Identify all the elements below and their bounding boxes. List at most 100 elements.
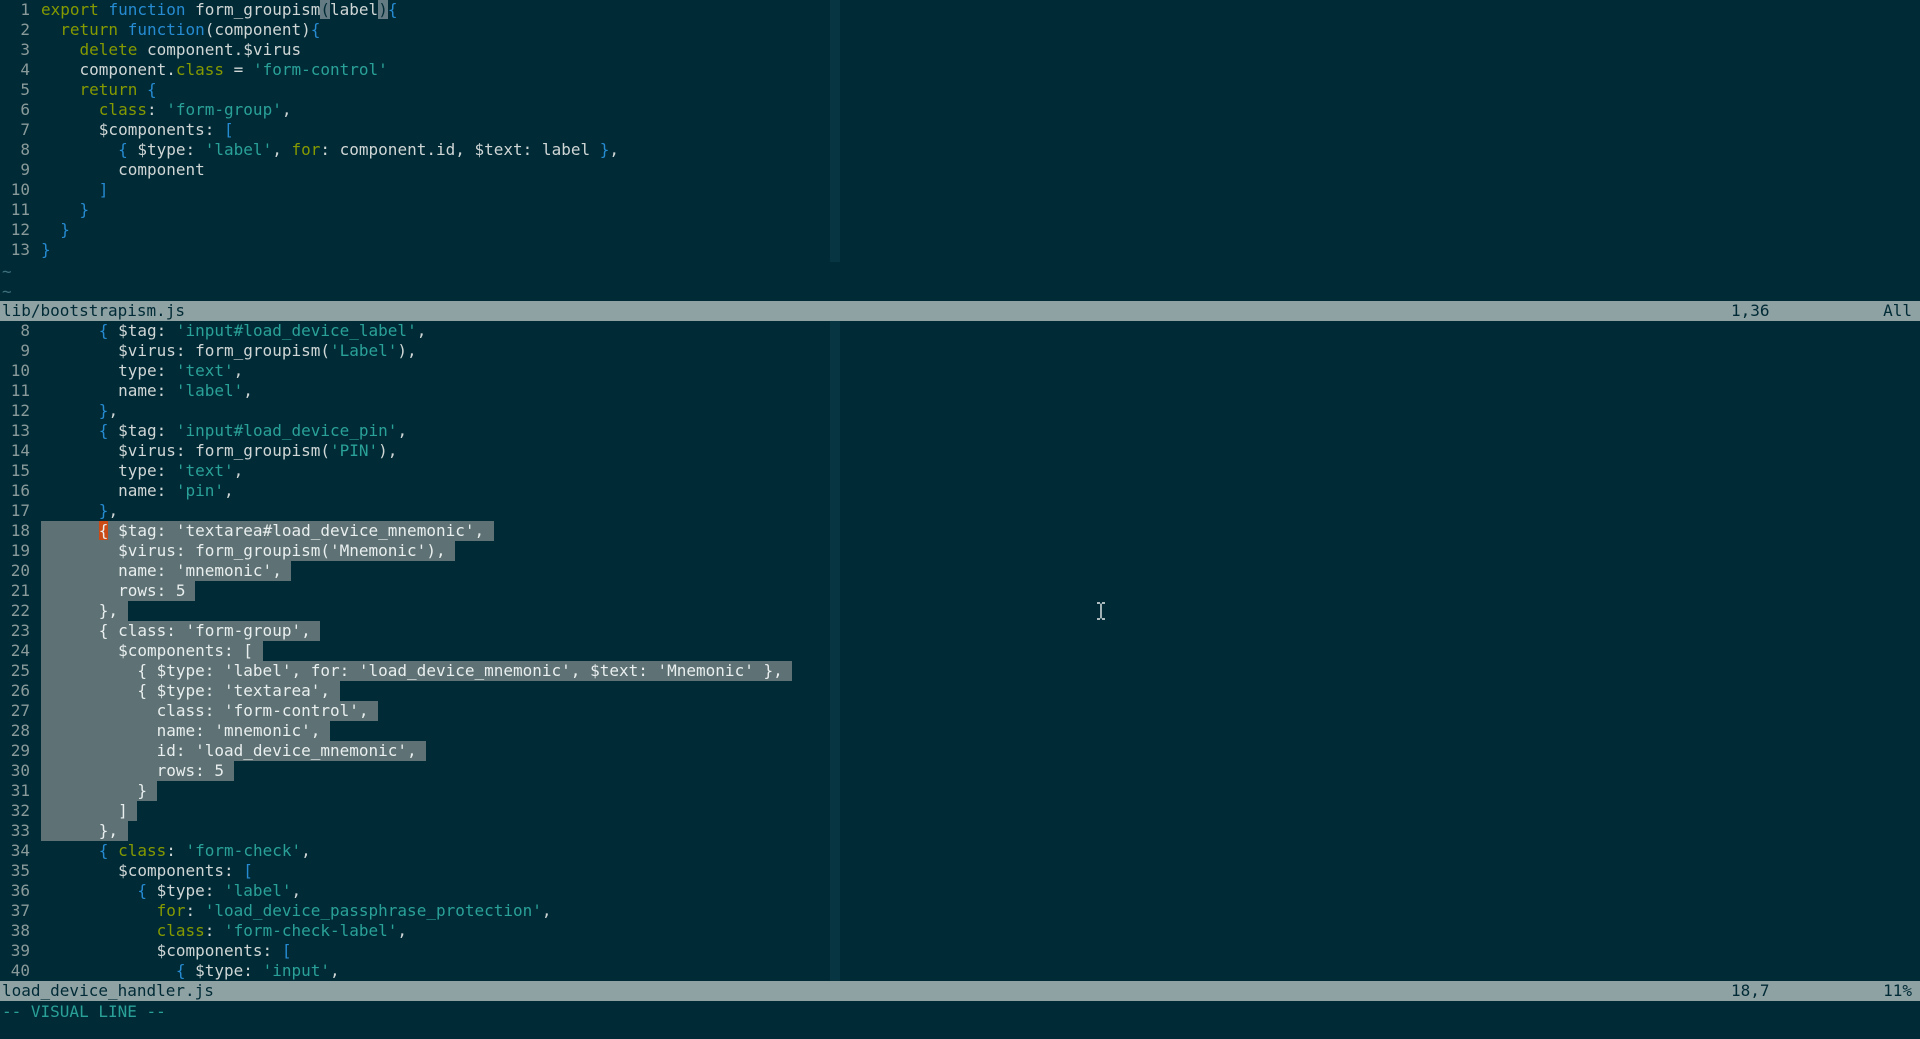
code-text[interactable]: }, bbox=[41, 401, 118, 421]
code-text[interactable]: class: 'form-check-label', bbox=[41, 921, 407, 941]
code-text[interactable]: { $type: 'label', bbox=[41, 881, 301, 901]
selected-code-text[interactable]: ] bbox=[41, 801, 138, 821]
code-line[interactable]: 38 class: 'form-check-label', bbox=[0, 921, 1920, 941]
code-line[interactable]: 9 $virus: form_groupism('Label'), bbox=[0, 341, 1920, 361]
code-text[interactable]: $components: [ bbox=[41, 120, 234, 140]
code-line[interactable]: 17 }, bbox=[0, 501, 1920, 521]
code-line[interactable]: 13 { $tag: 'input#load_device_pin', bbox=[0, 421, 1920, 441]
code-line[interactable]: 3 delete component.$virus bbox=[0, 40, 1920, 60]
selected-code-text[interactable]: rows: 5 bbox=[41, 581, 196, 601]
code-text[interactable]: for: 'load_device_passphrase_protection'… bbox=[41, 901, 552, 921]
code-token: $virus: form_groupism('Mnemonic'), bbox=[41, 541, 456, 560]
code-line[interactable]: 27 class: 'form-control', bbox=[0, 701, 1920, 721]
code-line[interactable]: 30 rows: 5 bbox=[0, 761, 1920, 781]
code-text[interactable]: $virus: form_groupism('PIN'), bbox=[41, 441, 397, 461]
code-text[interactable]: { $type: 'input', bbox=[41, 961, 340, 981]
code-line[interactable]: 20 name: 'mnemonic', bbox=[0, 561, 1920, 581]
code-line[interactable]: 8 { $type: 'label', for: component.id, $… bbox=[0, 140, 1920, 160]
code-line[interactable]: 4 component.class = 'form-control' bbox=[0, 60, 1920, 80]
selected-code-text[interactable]: class: 'form-control', bbox=[41, 701, 379, 721]
code-text[interactable]: delete component.$virus bbox=[41, 40, 302, 60]
code-text[interactable]: { $tag: 'input#load_device_pin', bbox=[41, 421, 407, 441]
selected-code-text[interactable]: { $type: 'label', for: 'load_device_mnem… bbox=[41, 661, 793, 681]
selected-code-text[interactable]: }, bbox=[41, 601, 128, 621]
selected-code-text[interactable]: { $type: 'textarea', bbox=[41, 681, 340, 701]
code-line[interactable]: 39 $components: [ bbox=[0, 941, 1920, 961]
selected-code-text[interactable]: name: 'mnemonic', bbox=[41, 721, 330, 741]
code-text[interactable]: }, bbox=[41, 501, 118, 521]
code-line[interactable]: 31 } bbox=[0, 781, 1920, 801]
code-line[interactable]: 9 component bbox=[0, 160, 1920, 180]
code-line[interactable]: 2 return function(component){ bbox=[0, 20, 1920, 40]
code-line[interactable]: 19 $virus: form_groupism('Mnemonic'), bbox=[0, 541, 1920, 561]
editor-pane-bottom[interactable]: 8 { $tag: 'input#load_device_label', 9 $v… bbox=[0, 321, 1920, 981]
terminal-vim-window[interactable]: 1 export function form_groupism(label){2 … bbox=[0, 0, 1920, 1039]
editor-pane-top[interactable]: 1 export function form_groupism(label){2 … bbox=[0, 0, 1920, 262]
code-text[interactable]: return { bbox=[41, 80, 157, 100]
code-text[interactable]: $components: [ bbox=[41, 941, 292, 961]
code-text[interactable]: ] bbox=[41, 180, 109, 200]
code-text[interactable]: component bbox=[41, 160, 205, 180]
selected-code-text[interactable]: $components: [ bbox=[41, 641, 263, 661]
selected-code-text[interactable]: { class: 'form-group', bbox=[41, 621, 321, 641]
code-line[interactable]: 12 }, bbox=[0, 401, 1920, 421]
code-line[interactable]: 12 } bbox=[0, 220, 1920, 240]
code-line[interactable]: 37 for: 'load_device_passphrase_protecti… bbox=[0, 901, 1920, 921]
code-line[interactable]: 40 { $type: 'input', bbox=[0, 961, 1920, 981]
selected-code-text[interactable]: rows: 5 bbox=[41, 761, 234, 781]
code-text[interactable]: class: 'form-group', bbox=[41, 100, 292, 120]
code-text[interactable]: component.class = 'form-control' bbox=[41, 60, 388, 80]
status-line-top[interactable]: lib/bootstrapism.js 1,36 All bbox=[0, 301, 1920, 321]
code-line[interactable]: 23 { class: 'form-group', bbox=[0, 621, 1920, 641]
code-text[interactable]: { $tag: 'input#load_device_label', bbox=[41, 321, 427, 341]
code-line[interactable]: 33 }, bbox=[0, 821, 1920, 841]
code-text[interactable]: export function form_groupism(label){ bbox=[41, 0, 397, 20]
code-line[interactable]: 21 rows: 5 bbox=[0, 581, 1920, 601]
code-text[interactable]: type: 'text', bbox=[41, 361, 243, 381]
code-line[interactable]: 32 ] bbox=[0, 801, 1920, 821]
selected-code-text[interactable]: id: 'load_device_mnemonic', bbox=[41, 741, 427, 761]
code-token: 'input#load_device_label' bbox=[175, 321, 417, 340]
code-text[interactable]: } bbox=[41, 240, 51, 260]
selected-code-text[interactable]: name: 'mnemonic', bbox=[41, 561, 292, 581]
code-line[interactable]: 11 name: 'label', bbox=[0, 381, 1920, 401]
code-line[interactable]: 15 type: 'text', bbox=[0, 461, 1920, 481]
code-text[interactable]: { $type: 'label', for: component.id, $te… bbox=[41, 140, 619, 160]
code-line[interactable]: 6 class: 'form-group', bbox=[0, 100, 1920, 120]
code-text[interactable]: name: 'label', bbox=[41, 381, 253, 401]
code-line[interactable]: 7 $components: [ bbox=[0, 120, 1920, 140]
code-line[interactable]: 1 export function form_groupism(label){ bbox=[0, 0, 1920, 20]
code-text[interactable]: type: 'text', bbox=[41, 461, 243, 481]
selected-code-text[interactable]: $virus: form_groupism('Mnemonic'), bbox=[41, 541, 456, 561]
code-line[interactable]: 34 { class: 'form-check', bbox=[0, 841, 1920, 861]
status-line-bottom[interactable]: load_device_handler.js 18,7 11% bbox=[0, 981, 1920, 1001]
code-line[interactable]: 14 $virus: form_groupism('PIN'), bbox=[0, 441, 1920, 461]
code-line[interactable]: 36 { $type: 'label', bbox=[0, 881, 1920, 901]
selected-code-text[interactable]: { $tag: 'textarea#load_device_mnemonic', bbox=[41, 521, 494, 541]
code-text[interactable]: $components: [ bbox=[41, 861, 253, 881]
code-text[interactable]: } bbox=[41, 200, 90, 220]
code-text[interactable]: name: 'pin', bbox=[41, 481, 234, 501]
code-line[interactable]: 35 $components: [ bbox=[0, 861, 1920, 881]
code-line[interactable]: 22 }, bbox=[0, 601, 1920, 621]
code-text[interactable]: { class: 'form-check', bbox=[41, 841, 311, 861]
code-line[interactable]: 16 name: 'pin', bbox=[0, 481, 1920, 501]
code-line[interactable]: 28 name: 'mnemonic', bbox=[0, 721, 1920, 741]
code-line[interactable]: 18 { $tag: 'textarea#load_device_mnemoni… bbox=[0, 521, 1920, 541]
selected-code-text[interactable]: } bbox=[41, 781, 157, 801]
code-line[interactable]: 5 return { bbox=[0, 80, 1920, 100]
code-line[interactable]: 29 id: 'load_device_mnemonic', bbox=[0, 741, 1920, 761]
code-line[interactable]: 8 { $tag: 'input#load_device_label', bbox=[0, 321, 1920, 341]
code-line[interactable]: 13} bbox=[0, 240, 1920, 260]
selected-code-text[interactable]: }, bbox=[41, 821, 128, 841]
code-token: type: bbox=[41, 461, 176, 480]
code-line[interactable]: 25 { $type: 'label', for: 'load_device_m… bbox=[0, 661, 1920, 681]
code-text[interactable]: } bbox=[41, 220, 70, 240]
code-text[interactable]: $virus: form_groupism('Label'), bbox=[41, 341, 417, 361]
code-line[interactable]: 10 type: 'text', bbox=[0, 361, 1920, 381]
code-line[interactable]: 11 } bbox=[0, 200, 1920, 220]
code-line[interactable]: 10 ] bbox=[0, 180, 1920, 200]
code-line[interactable]: 26 { $type: 'textarea', bbox=[0, 681, 1920, 701]
code-text[interactable]: return function(component){ bbox=[41, 20, 320, 40]
code-line[interactable]: 24 $components: [ bbox=[0, 641, 1920, 661]
